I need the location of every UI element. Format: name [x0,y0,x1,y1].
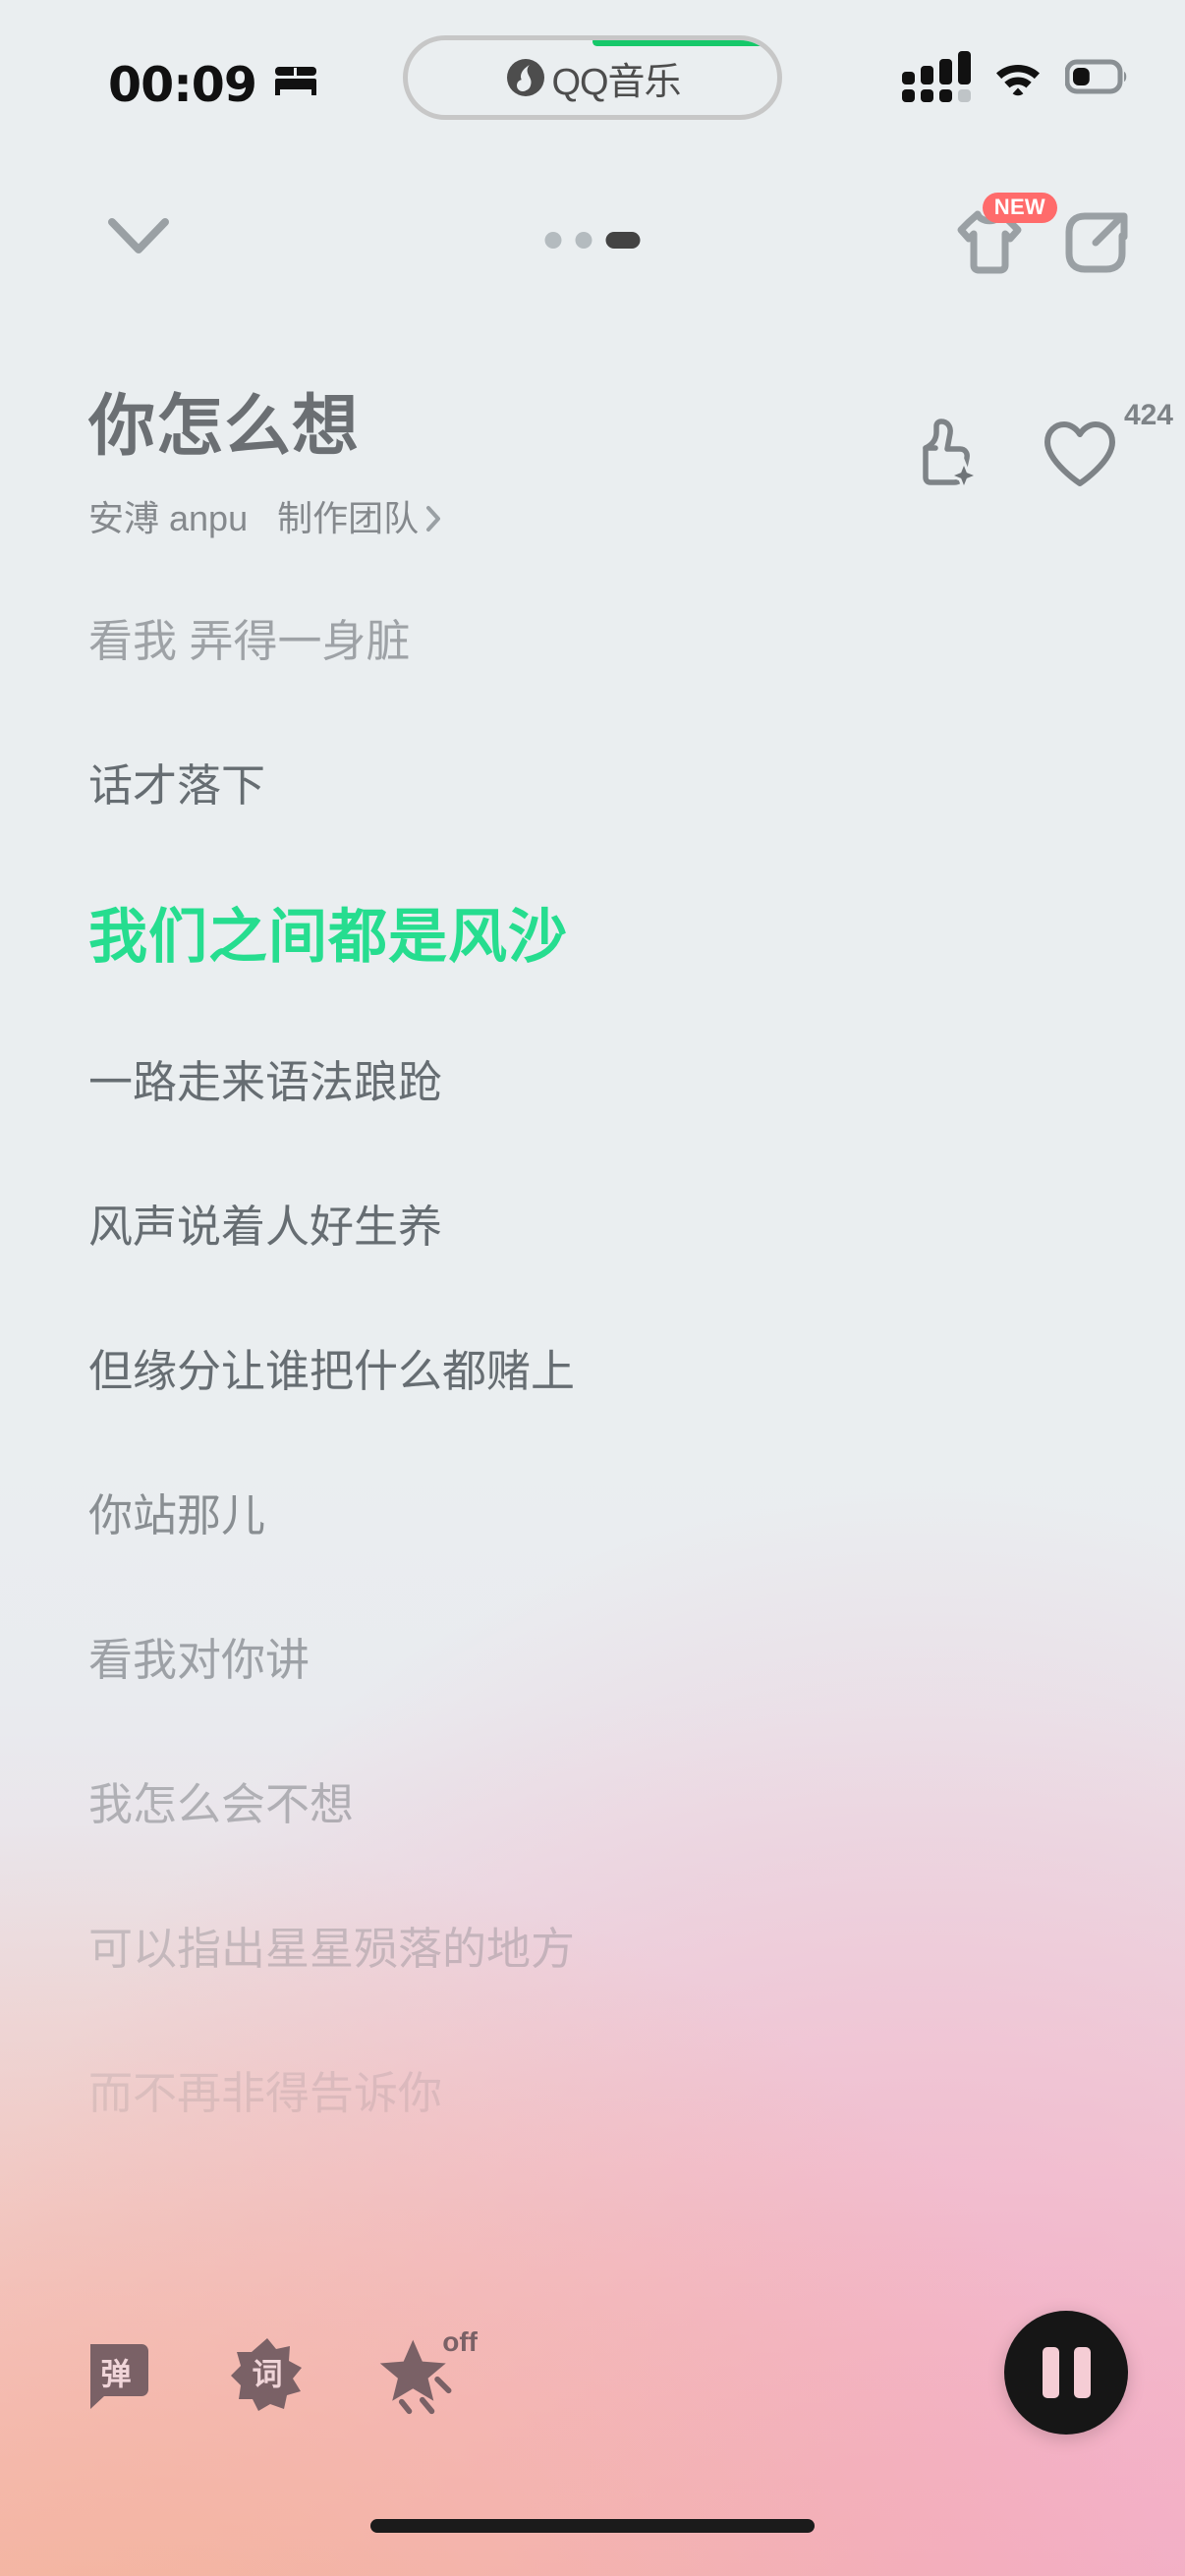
effects-state-label: off [442,2326,478,2357]
bed-icon [273,65,318,101]
chevron-right-icon [426,506,441,532]
credits-link[interactable]: 制作团队 [277,501,442,536]
theme-button[interactable]: NEW [947,193,1057,288]
heart-outline-icon [1044,421,1115,486]
credits-label: 制作团队 [277,498,420,538]
home-indicator[interactable] [370,2519,815,2533]
thumbs-up-sparkle-icon [923,419,983,494]
lyric-line[interactable]: 你站那儿 [88,1493,265,1538]
lyrics-button[interactable]: 词 [224,2330,310,2417]
lyrics-label: 词 [252,2357,283,2392]
lyric-line-active[interactable]: 我们之间都是风沙 [88,908,568,967]
page-dot[interactable] [544,232,562,249]
cellular-signal-icon [902,51,971,102]
status-bar: 00:09 QQ音乐 [0,0,1185,147]
status-clock: 00:09 [108,57,257,113]
chevron-down-icon[interactable] [106,214,171,262]
song-title: 你怎么想 [88,389,361,464]
song-artist[interactable]: 安溥 anpu [88,501,248,536]
lyric-line[interactable]: 话才落下 [88,763,265,808]
lyric-line[interactable]: 但缘分让谁把什么都赌上 [88,1349,575,1393]
danmaku-button[interactable]: 弹 [73,2330,159,2417]
pill-progress-bar [592,40,777,46]
lyric-line[interactable]: 看我对你讲 [88,1638,310,1682]
lyric-line[interactable]: 风声说着人好生养 [88,1204,442,1249]
page-dot-active[interactable] [605,232,641,249]
wifi-icon [996,65,1040,96]
share-icon [1065,212,1128,273]
new-badge: NEW [982,193,1057,223]
lyric-line[interactable]: 我怎么会不想 [88,1782,354,1826]
status-indicators [902,51,1130,102]
pill-app-label: QQ音乐 [551,61,681,103]
lyric-line[interactable]: 可以指出星星殒落的地方 [88,1927,575,1971]
background-gradient [0,0,1185,2576]
ai-like-button[interactable] [914,415,987,496]
song-actions: 424 [914,401,1173,496]
player-nav-row: NEW [0,185,1185,299]
favorite-count: 424 [1123,399,1173,431]
battery-icon [1065,59,1127,94]
lyric-line[interactable]: 看我 弄得一身脏 [88,619,411,663]
favorite-button[interactable]: 424 [1038,401,1173,496]
page-dot[interactable] [575,232,592,249]
player-bottom-bar: 弹 词 off [0,2303,1185,2460]
danmaku-label: 弹 [100,2357,132,2392]
tool-icon-row: 弹 词 off [73,2326,478,2417]
song-subtitle: 安溥 anpu 制作团队 [88,501,442,536]
share-button[interactable] [1055,198,1136,288]
effects-button[interactable]: off [375,2326,478,2417]
page-indicator[interactable] [544,232,641,249]
lyric-line[interactable]: 而不再非得告诉你 [88,2071,442,2115]
nav-actions: NEW [947,193,1136,288]
play-pause-button[interactable] [1004,2311,1128,2435]
pause-icon [1042,2347,1091,2398]
lyric-line[interactable]: 一路走来语法踉跄 [88,1060,442,1104]
qq-music-logo-icon [507,59,545,96]
now-playing-pill[interactable]: QQ音乐 [403,35,782,120]
